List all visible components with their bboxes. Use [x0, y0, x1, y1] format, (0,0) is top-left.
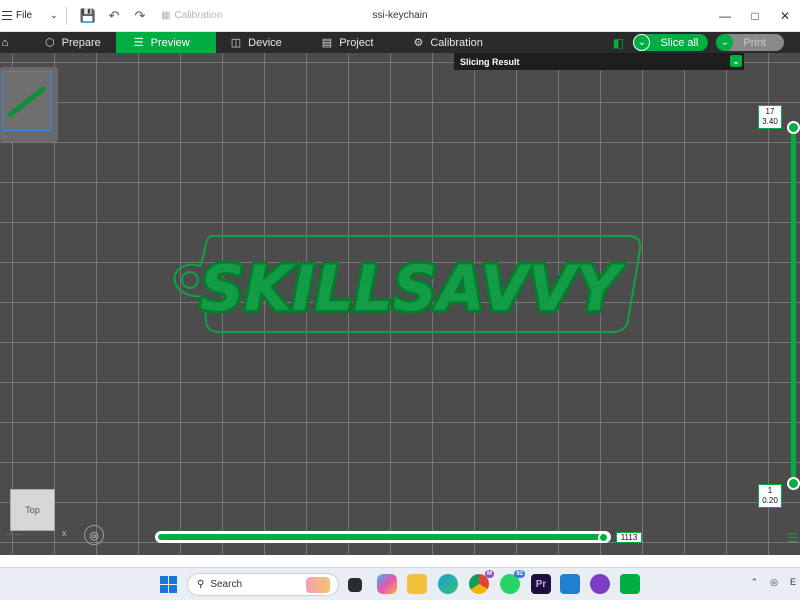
- slice-controls: ◧ ⌄ Slice all ⌄ Print: [611, 32, 800, 53]
- home-icon[interactable]: ⌂: [0, 32, 10, 53]
- status-strip: [0, 555, 800, 567]
- hamburger-icon: [2, 11, 12, 20]
- expand-icon[interactable]: ⌄: [730, 55, 742, 67]
- layers-stack-icon[interactable]: ☰: [787, 531, 798, 545]
- move-slider[interactable]: [155, 531, 611, 543]
- whatsapp-icon[interactable]: 92: [500, 570, 525, 594]
- layer-top-height: 3.40: [762, 117, 778, 126]
- tab-project[interactable]: ▤ Project: [297, 32, 389, 53]
- premiere-label: Pr: [535, 578, 547, 590]
- slicing-result-label: Slicing Result: [460, 56, 520, 67]
- plate-selection: [2, 71, 52, 131]
- plate-thumbnail[interactable]: 1: [0, 67, 58, 142]
- layer-bottom-label: 1 0.20: [758, 484, 782, 508]
- bambu-studio-icon[interactable]: [620, 574, 640, 594]
- close-icon[interactable]: ✕: [770, 0, 800, 32]
- model-text-fill: SKILLSAVVY: [200, 252, 626, 325]
- file-explorer-icon[interactable]: [407, 574, 427, 594]
- chevron-down-icon[interactable]: ⌄: [50, 10, 58, 21]
- premiere-icon[interactable]: Pr: [531, 574, 551, 594]
- file-menu[interactable]: File ⌄: [0, 0, 58, 32]
- layer-slider-top-handle[interactable]: [787, 121, 800, 134]
- calibration-shortcut-label: Calibration: [174, 10, 223, 21]
- tab-calibration-label: Calibration: [430, 36, 483, 49]
- title-bar: File ⌄ 💾 ↶ ↷ ▦ Calibration ssi-keychain …: [0, 0, 800, 32]
- slice-all-button[interactable]: ⌄ Slice all: [633, 34, 709, 51]
- chrome-icon[interactable]: M: [469, 570, 494, 594]
- slicing-result-panel[interactable]: Slicing Result ⌄: [454, 53, 744, 70]
- chevron-down-icon[interactable]: ⌄: [716, 34, 734, 51]
- save-icon[interactable]: 💾: [75, 3, 101, 29]
- calibration-icon: ⚙: [413, 37, 424, 49]
- axis-indicator: — — X: [6, 531, 67, 538]
- divider: [66, 6, 67, 25]
- keychain-thumbnail-icon: [7, 86, 46, 118]
- network-icon[interactable]: ◎: [770, 577, 778, 588]
- tab-calibration[interactable]: ⚙ Calibration: [388, 32, 497, 53]
- layers-icon: ☰: [133, 37, 144, 49]
- redo-icon[interactable]: ↷: [127, 3, 153, 29]
- windows-start-icon[interactable]: [160, 576, 177, 593]
- windows-taskbar: ⚲ Search M 92 Pr ⌃ ◎ E: [0, 567, 800, 600]
- calibration-icon: ▦: [161, 10, 171, 21]
- system-tray: ⌃ ◎ E: [751, 577, 800, 588]
- tab-preview-label: Preview: [150, 36, 190, 49]
- search-icon: ⚲: [197, 579, 205, 590]
- language-icon[interactable]: E: [790, 577, 796, 588]
- layer-slider-bottom-handle[interactable]: [787, 477, 800, 490]
- copilot-icon[interactable]: [377, 574, 397, 594]
- taskbar-search-label: Search: [210, 579, 243, 590]
- maximize-icon[interactable]: □: [740, 0, 770, 32]
- view-cube[interactable]: Top: [10, 489, 55, 531]
- tab-project-label: Project: [339, 36, 374, 49]
- chrome-profile-badge: M: [485, 570, 494, 578]
- vscode-icon[interactable]: [560, 574, 580, 594]
- layer-bottom-height: 0.20: [762, 496, 778, 505]
- slice-all-label: Slice all: [660, 36, 699, 49]
- tab-device-label: Device: [248, 36, 282, 49]
- main-nav: ⌂ ⬡ Prepare ☰ Preview ◫ Device ▤ Project…: [0, 32, 800, 53]
- whatsapp-badge: 92: [514, 570, 525, 578]
- layer-top-label: 17 3.40: [758, 105, 782, 129]
- tab-preview[interactable]: ☰ Preview: [115, 32, 216, 53]
- task-view-icon[interactable]: [348, 578, 362, 592]
- preview-viewport[interactable]: 1 Slicing Result ⌄ SKILLSAVVY SKILLSAVVY…: [0, 53, 800, 555]
- github-desktop-icon[interactable]: [590, 574, 610, 594]
- keychain-preview: SKILLSAVVY SKILLSAVVY: [173, 235, 642, 333]
- cube-icon: ⬡: [45, 37, 55, 49]
- layer-slider[interactable]: [791, 125, 796, 485]
- device-icon: ◫: [230, 37, 242, 49]
- move-value-label: 1113: [616, 532, 642, 543]
- chevron-up-icon[interactable]: ⌃: [751, 577, 759, 588]
- calibration-shortcut[interactable]: ▦ Calibration: [161, 0, 222, 32]
- window-controls: — □ ✕: [710, 0, 800, 32]
- axis-label: X: [61, 531, 67, 538]
- zoom-fit-icon[interactable]: ◎: [84, 525, 104, 545]
- view-cube-label: Top: [25, 505, 40, 515]
- tab-device[interactable]: ◫ Device: [216, 32, 297, 53]
- layer-bottom-number: 1: [767, 486, 773, 495]
- layout-icon[interactable]: ◧: [611, 36, 625, 50]
- move-slider-fill: [158, 534, 608, 540]
- print-label: Print: [743, 36, 766, 49]
- search-highlight-icon: [306, 577, 330, 593]
- minimize-icon[interactable]: —: [710, 0, 740, 32]
- chevron-down-icon[interactable]: ⌄: [633, 34, 651, 51]
- file-menu-label: File: [16, 10, 33, 21]
- edge-icon[interactable]: [438, 574, 458, 594]
- taskbar-search[interactable]: ⚲ Search: [187, 573, 339, 596]
- undo-icon[interactable]: ↶: [101, 3, 127, 29]
- print-button[interactable]: ⌄ Print: [716, 34, 784, 51]
- tab-prepare[interactable]: ⬡ Prepare: [30, 32, 116, 53]
- tab-prepare-label: Prepare: [61, 36, 101, 49]
- project-icon: ▤: [321, 37, 333, 49]
- keychain-model[interactable]: SKILLSAVVY SKILLSAVVY: [150, 228, 650, 341]
- move-slider-handle[interactable]: [598, 532, 609, 543]
- layer-top-number: 17: [765, 107, 775, 116]
